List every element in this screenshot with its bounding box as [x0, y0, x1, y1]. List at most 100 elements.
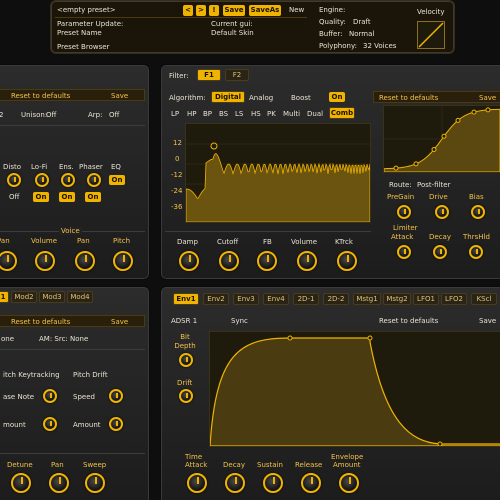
tab-lfo2[interactable]: LFO2: [441, 293, 467, 305]
boost-toggle[interactable]: On: [329, 92, 345, 102]
new-button[interactable]: New: [289, 6, 304, 14]
tab-mod4[interactable]: Mod4: [67, 291, 93, 303]
save-button[interactable]: Save: [223, 5, 245, 16]
mod-reset-link[interactable]: Reset to defaults: [11, 318, 70, 326]
pitch-knob[interactable]: [113, 251, 133, 271]
field2-value[interactable]: 2: [0, 111, 3, 119]
param-update-value[interactable]: Preset Name: [57, 29, 102, 37]
decay-knob[interactable]: [225, 473, 245, 493]
preset-name[interactable]: <empty preset>: [57, 6, 116, 14]
filter-type-bp[interactable]: BP: [203, 110, 212, 118]
eq-toggle[interactable]: On: [109, 175, 125, 185]
arp-value[interactable]: Off: [109, 111, 119, 119]
info-button[interactable]: !: [209, 5, 219, 16]
filter-type-multi[interactable]: Multi: [283, 110, 300, 118]
filter-type-ls[interactable]: LS: [235, 110, 243, 118]
reset-defaults-link[interactable]: Reset to defaults: [11, 92, 70, 100]
filter-type-lp[interactable]: LP: [171, 110, 179, 118]
preset-browser-link[interactable]: Preset Browser: [57, 43, 109, 51]
ens-toggle[interactable]: On: [59, 192, 75, 202]
bit-depth-knob[interactable]: [179, 353, 193, 367]
limiter-decay-knob[interactable]: [433, 245, 447, 259]
fb-knob[interactable]: [257, 251, 277, 271]
route-value[interactable]: Post-filter: [417, 181, 450, 189]
ktrck-knob[interactable]: [337, 251, 357, 271]
velocity-curve-display[interactable]: [417, 21, 445, 49]
tab-mstg2[interactable]: Mstg2: [383, 293, 411, 305]
pan-knob-2[interactable]: [75, 251, 95, 271]
limiter-attack-knob[interactable]: [397, 245, 411, 259]
unison-value[interactable]: Off: [46, 111, 56, 119]
env-reset-link[interactable]: Reset to defaults: [379, 317, 438, 325]
filter-type-hp[interactable]: HP: [187, 110, 197, 118]
tab-env4[interactable]: Env4: [263, 293, 289, 305]
cutoff-knob[interactable]: [219, 251, 239, 271]
pan-mod-knob[interactable]: [49, 473, 69, 493]
speed-knob[interactable]: [109, 389, 123, 403]
tab-env1[interactable]: Env1: [173, 293, 199, 305]
env-save-link[interactable]: Save: [479, 317, 496, 325]
pan-knob-1[interactable]: [0, 251, 17, 271]
next-preset-button[interactable]: >: [196, 5, 206, 16]
shaper-reset-link[interactable]: Reset to defaults: [379, 94, 438, 102]
sync-label[interactable]: Sync: [231, 317, 248, 325]
shaper-curve-display[interactable]: [383, 105, 500, 173]
tab-mod2[interactable]: Mod2: [11, 291, 37, 303]
filter-type-dual[interactable]: Dual: [307, 110, 323, 118]
tab-2d2[interactable]: 2D-2: [323, 293, 349, 305]
release-knob[interactable]: [301, 473, 321, 493]
pregain-knob[interactable]: [397, 205, 411, 219]
lofi-toggle[interactable]: On: [33, 192, 49, 202]
disto-knob[interactable]: [7, 173, 21, 187]
quality-value[interactable]: Draft: [353, 18, 371, 26]
tab-mstg1[interactable]: Mstg1: [353, 293, 381, 305]
sustain-knob[interactable]: [263, 473, 283, 493]
tab-f1[interactable]: F1: [197, 69, 221, 81]
prev-preset-button[interactable]: <: [183, 5, 193, 16]
tab-kscl[interactable]: KScl: [471, 293, 497, 305]
tab-lfo1[interactable]: LFO1: [413, 293, 439, 305]
shaper-save-link[interactable]: Save: [479, 94, 496, 102]
filter-type-bs[interactable]: BS: [219, 110, 228, 118]
tab-env2[interactable]: Env2: [203, 293, 229, 305]
tab-2d1[interactable]: 2D-1: [293, 293, 319, 305]
tab-mod3[interactable]: Mod3: [39, 291, 65, 303]
lofi-knob[interactable]: [35, 173, 49, 187]
filter-type-comb[interactable]: Comb: [329, 107, 355, 119]
disto-toggle[interactable]: Off: [9, 193, 19, 201]
tab-f2[interactable]: F2: [225, 69, 249, 81]
amount-knob-2[interactable]: [109, 417, 123, 431]
drive-knob[interactable]: [435, 205, 449, 219]
amount-knob-1[interactable]: [43, 417, 57, 431]
mod-save-link[interactable]: Save: [111, 318, 128, 326]
damp-knob[interactable]: [179, 251, 199, 271]
phaser-toggle[interactable]: On: [85, 192, 101, 202]
phaser-knob[interactable]: [87, 173, 101, 187]
algorithm-analog[interactable]: Analog: [249, 94, 273, 102]
limiter-thrshld-knob[interactable]: [469, 245, 483, 259]
tab-env3[interactable]: Env3: [233, 293, 259, 305]
ens-knob[interactable]: [61, 173, 75, 187]
buffer-value[interactable]: Normal: [349, 30, 374, 38]
amount-knob[interactable]: [339, 473, 359, 493]
filter-type-pk[interactable]: PK: [267, 110, 276, 118]
attack-knob[interactable]: [187, 473, 207, 493]
current-gui-value[interactable]: Default Skin: [211, 29, 254, 37]
volume-filter-knob[interactable]: [297, 251, 317, 271]
filter-type-hs[interactable]: HS: [251, 110, 261, 118]
tab-mod1[interactable]: 1: [0, 291, 9, 303]
sweep-knob[interactable]: [85, 473, 105, 493]
drift-knob[interactable]: [179, 389, 193, 403]
base-note-knob[interactable]: [43, 389, 57, 403]
detune-knob[interactable]: [11, 473, 31, 493]
src-value[interactable]: one: [1, 335, 14, 343]
save-link[interactable]: Save: [111, 92, 128, 100]
filter-response-display[interactable]: [185, 123, 371, 223]
bias-knob[interactable]: [471, 205, 485, 219]
save-as-button[interactable]: SaveAs: [249, 5, 281, 16]
am-src-value[interactable]: AM: Src: None: [39, 335, 88, 343]
envelope-display[interactable]: [209, 331, 500, 447]
polyphony-value[interactable]: 32 Voices: [363, 42, 396, 50]
algorithm-digital[interactable]: Digital: [211, 91, 245, 103]
volume-knob[interactable]: [35, 251, 55, 271]
